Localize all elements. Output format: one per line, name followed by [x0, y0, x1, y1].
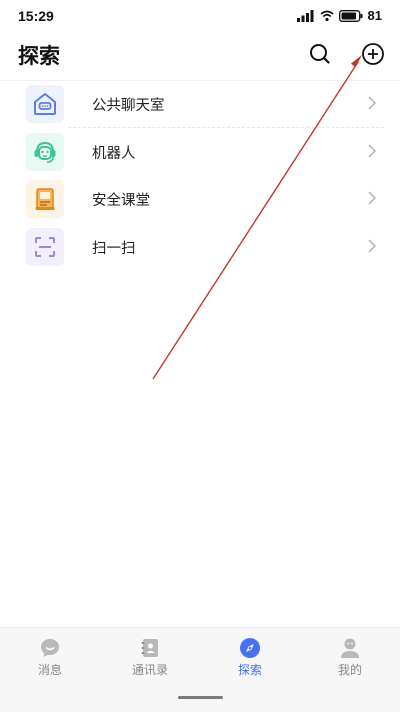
tab-explore[interactable]: 探索: [200, 628, 300, 688]
tab-contacts[interactable]: 通讯录: [100, 628, 200, 688]
list-item-label: 机器人: [92, 145, 136, 162]
list-item-label: 安全课堂: [92, 193, 150, 209]
signal-icon: [296, 9, 314, 22]
list-item-robot[interactable]: 机器人: [0, 128, 400, 176]
status-bar: 15:29 81: [0, 0, 400, 34]
list-item-label: 公共聊天室: [92, 98, 165, 114]
add-button[interactable]: [360, 41, 386, 67]
wifi-icon: [320, 10, 334, 21]
chevron-right-icon: [368, 191, 377, 205]
explore-list: 公共聊天室 机器人 安全课堂 扫一扫: [0, 80, 400, 270]
list-item-chat-room[interactable]: 公共聊天室: [0, 80, 400, 128]
security-class-icon: [26, 180, 64, 218]
home-indicator[interactable]: [178, 696, 223, 699]
message-icon: [41, 639, 59, 657]
tab-profile[interactable]: 我的: [300, 628, 400, 688]
search-icon: [310, 44, 330, 64]
search-button[interactable]: [307, 41, 333, 67]
battery-level: 81: [367, 8, 382, 23]
tab-label: 通讯录: [131, 663, 168, 677]
plus-circle-icon: [362, 43, 384, 65]
tab-message[interactable]: 消息: [0, 628, 100, 688]
profile-icon: [341, 638, 359, 658]
scan-icon: [26, 227, 64, 266]
chat-room-icon: [26, 85, 64, 123]
chevron-right-icon: [368, 238, 377, 253]
contacts-icon: [141, 639, 158, 657]
page-title: 探索: [18, 44, 60, 68]
battery-icon: [338, 9, 363, 22]
list-item-security-class[interactable]: 安全课堂: [0, 175, 400, 223]
tab-label: 探索: [237, 663, 262, 677]
status-icons: 81: [296, 8, 382, 23]
list-item-label: 扫一扫: [92, 240, 136, 257]
tab-label: 我的: [337, 663, 362, 677]
list-item-scan[interactable]: 扫一扫: [0, 223, 400, 271]
tab-label: 消息: [37, 663, 62, 677]
compass-icon: [240, 638, 260, 658]
header: 探索: [0, 34, 400, 80]
chevron-right-icon: [368, 96, 377, 110]
chevron-right-icon: [368, 143, 377, 158]
robot-icon: [26, 132, 64, 171]
bottom-nav: 消息 通讯录 探索 我的: [0, 627, 400, 712]
status-time: 15:29: [18, 8, 54, 24]
